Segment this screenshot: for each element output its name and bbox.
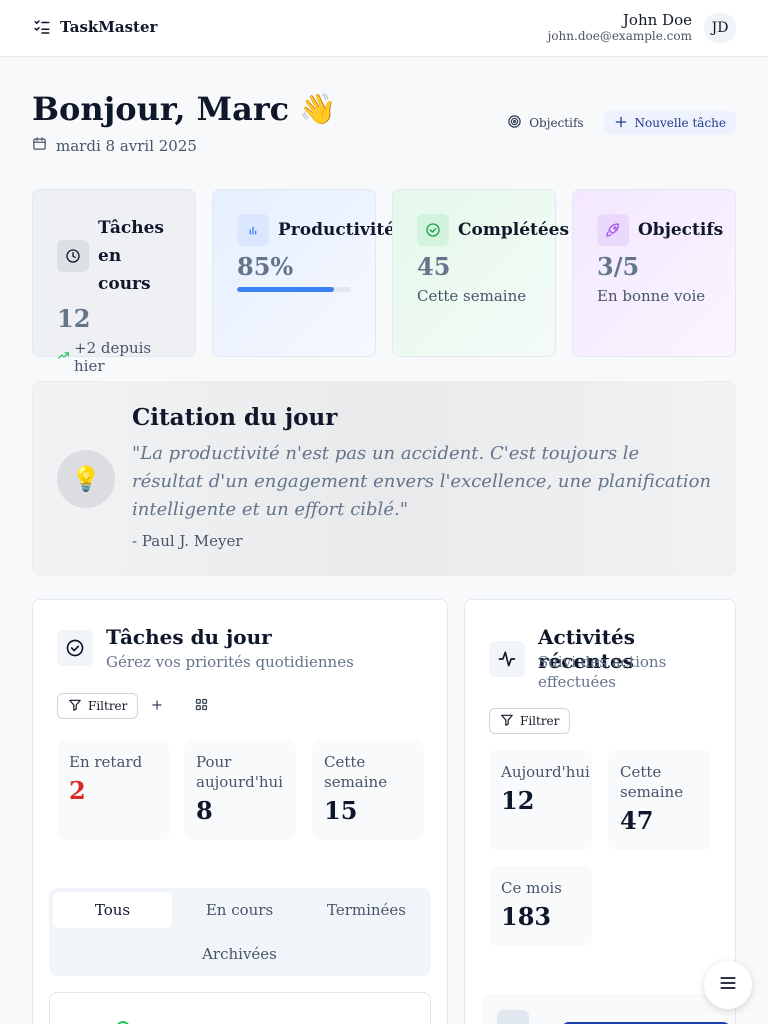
activity-summary-today: Aujourd'hui 12 (489, 750, 592, 850)
task-tabs: Tous En cours Terminées Archivées (49, 888, 431, 976)
target-icon (507, 114, 522, 132)
avatar[interactable]: JD (704, 12, 736, 44)
activity-panel: Activités récentes Suivi des actions eff… (464, 599, 736, 1024)
add-task-button[interactable] (145, 694, 169, 718)
calendar-icon (32, 136, 47, 155)
lightbulb-icon: 💡 (57, 450, 115, 508)
filter-label: Filtrer (88, 699, 128, 713)
summary-label: Cette semaine (324, 753, 388, 791)
top-bar: TaskMaster John Doe john.doe@example.com… (0, 0, 768, 57)
trending-up-icon (57, 348, 70, 366)
hamburger-menu-icon (718, 973, 738, 997)
activity-item[interactable] (481, 994, 735, 1024)
stat-card-completed[interactable]: Complétées 45 Cette semaine (392, 189, 569, 357)
check-circle-icon (57, 630, 93, 666)
plus-icon (614, 115, 628, 132)
filter-button[interactable]: Filtrer (57, 693, 139, 719)
summary-value: 47 (620, 806, 654, 835)
activity-icon (489, 641, 525, 677)
summary-label: En retard (69, 753, 143, 771)
header-actions: Objectifs Nouvelle tâche (497, 111, 736, 135)
summary-value: 15 (324, 796, 358, 825)
stat-card-productivity[interactable]: Productivité 85% (212, 189, 395, 357)
filter-label: Filtrer (520, 714, 560, 728)
objectives-button[interactable]: Objectifs (497, 111, 593, 135)
stat-value: 85% (237, 252, 294, 281)
objectives-label: Objectifs (529, 116, 584, 130)
brand[interactable]: TaskMaster (32, 17, 157, 37)
stat-value: 12 (57, 304, 91, 333)
productivity-progress-bar (237, 287, 351, 292)
app-name: TaskMaster (60, 18, 158, 36)
page-title: Bonjour, Marc 👋 (32, 90, 337, 128)
summary-today: Pour aujourd'hui 8 (184, 740, 296, 840)
summary-label: Cette semaine (620, 763, 684, 801)
stat-value: 3/5 (597, 252, 640, 281)
quote-card: 💡 Citation du jour "La productivité n'es… (32, 381, 736, 576)
quote-text: "La productivité n'est pas un accident. … (132, 443, 712, 520)
plus-icon (150, 697, 164, 716)
filter-button[interactable]: Filtrer (489, 708, 571, 734)
stat-card-objectives[interactable]: Objectifs 3/5 En bonne voie (572, 189, 736, 357)
tasks-panel: Tâches du jour Gérez vos priorités quoti… (32, 599, 448, 1024)
user-email: john.doe@example.com (547, 29, 692, 43)
summary-value: 183 (501, 902, 552, 931)
tab-archived[interactable]: Archivées (180, 936, 299, 972)
summary-week: Cette semaine 15 (312, 740, 424, 840)
stat-sub: +2 depuis hier (74, 339, 152, 375)
user-name: John Doe (622, 11, 692, 29)
tasks-panel-subtitle: Gérez vos priorités quotidiennes (106, 653, 354, 671)
new-task-label: Nouvelle tâche (634, 116, 726, 130)
activity-item-icon (497, 1010, 529, 1024)
activity-summary-week: Cette semaine 47 (608, 750, 711, 850)
greeting-text: Bonjour, Marc (32, 90, 290, 128)
stat-card-tasks-in-progress[interactable]: Tâches en cours 12 +2 depuis hier (32, 189, 196, 375)
stat-sub: En bonne voie (597, 287, 706, 305)
filter-icon (68, 698, 82, 715)
rocket-icon (597, 214, 629, 246)
tab-all[interactable]: Tous (53, 892, 172, 928)
grid-icon (194, 697, 209, 716)
quote-title: Citation du jour (132, 404, 338, 431)
wave-emoji: 👋 (299, 91, 337, 127)
activity-summary-month: Ce mois 183 (489, 866, 592, 946)
stat-value: 45 (417, 252, 451, 281)
summary-value: 8 (196, 796, 213, 825)
tasks-panel-title: Tâches du jour (106, 625, 272, 649)
stat-trend: +2 depuis hier (57, 339, 171, 375)
clock-icon (57, 240, 89, 272)
menu-button[interactable] (704, 961, 752, 1009)
user-info: John Doe john.doe@example.com (548, 11, 692, 44)
grid-view-button[interactable] (189, 694, 213, 718)
tab-completed[interactable]: Terminées (307, 892, 426, 928)
summary-value: 12 (501, 786, 535, 815)
list-check-icon (32, 17, 52, 37)
check-circle-icon (417, 214, 449, 246)
summary-label: Ce mois (501, 879, 562, 897)
activity-panel-subtitle: Suivi des actions effectuées (538, 653, 667, 691)
tab-in-progress[interactable]: En cours (180, 892, 299, 928)
stat-title: Objectifs (638, 220, 724, 240)
stat-title: Complétées (458, 220, 570, 240)
filter-icon (500, 713, 514, 730)
stat-title: Productivité (278, 220, 395, 240)
summary-label: Aujourd'hui (501, 763, 590, 781)
progress-fill (237, 287, 334, 292)
summary-value: 2 (69, 776, 86, 805)
stat-title: Tâches en cours (98, 218, 164, 294)
bar-chart-icon (237, 214, 269, 246)
task-card[interactable] (49, 992, 431, 1024)
current-date: mardi 8 avril 2025 (56, 136, 197, 155)
quote-author: - Paul J. Meyer (132, 532, 243, 550)
stat-sub: Cette semaine (417, 287, 527, 305)
new-task-button[interactable]: Nouvelle tâche (603, 111, 736, 135)
summary-label: Pour aujourd'hui (196, 753, 283, 791)
date-line: mardi 8 avril 2025 (32, 136, 197, 155)
summary-overdue: En retard 2 (57, 740, 169, 840)
